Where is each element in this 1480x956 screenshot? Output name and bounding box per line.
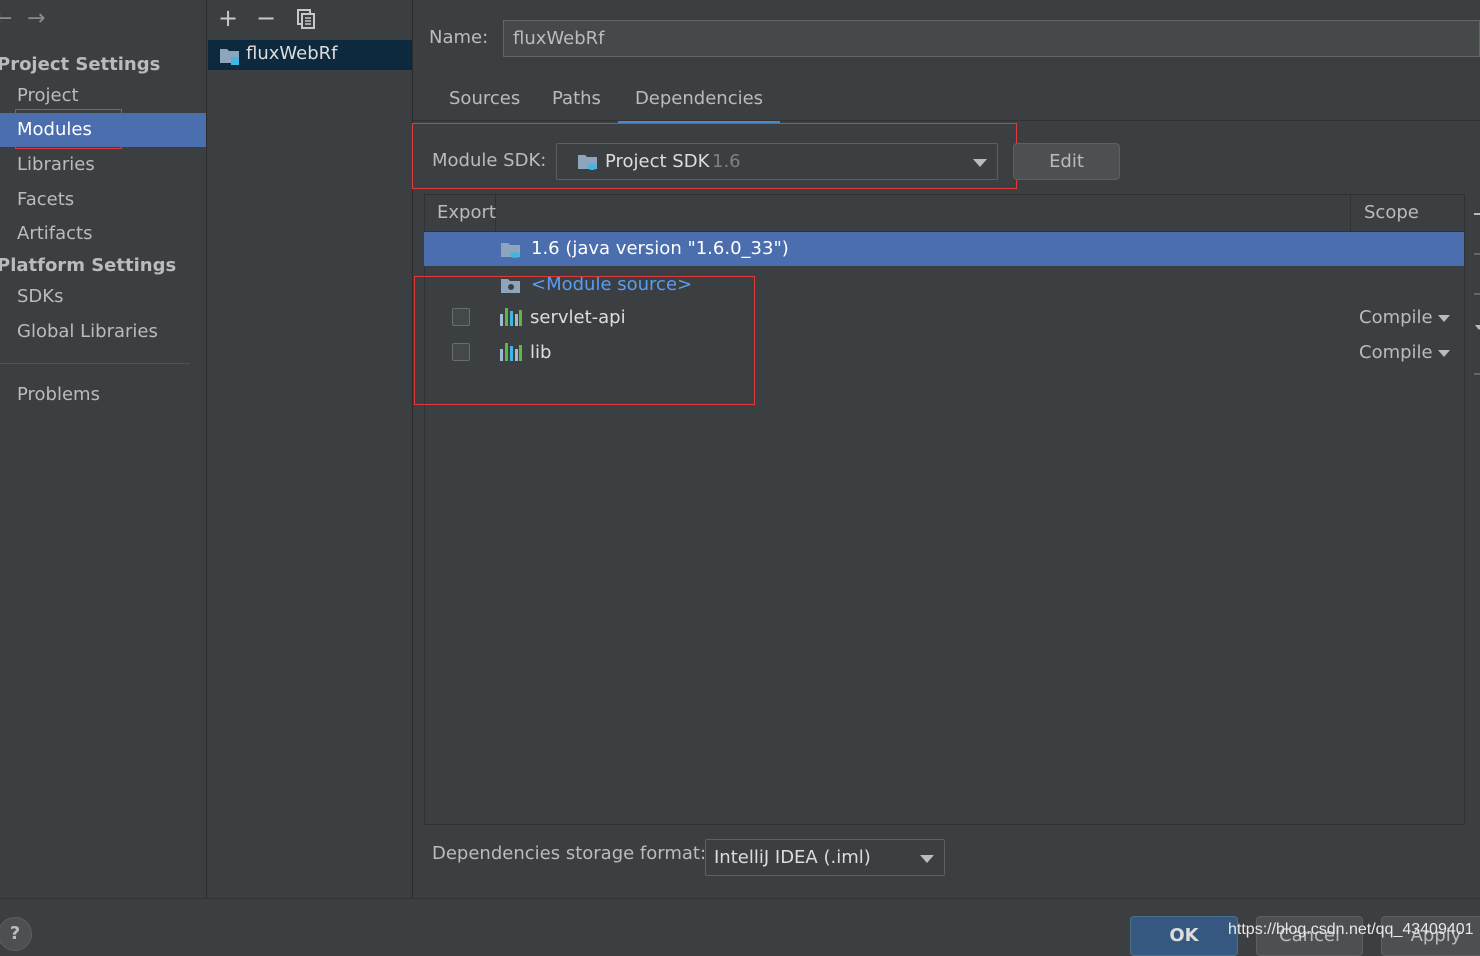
- modules-highlight-box: [15, 109, 122, 149]
- scope-dropdown[interactable]: Compile: [1359, 342, 1433, 363]
- name-label: Name:: [429, 27, 489, 48]
- storage-format-value: IntelliJ IDEA (.iml): [714, 847, 871, 868]
- sidebar-divider: [0, 363, 190, 364]
- remove-dependency-icon[interactable]: [1474, 253, 1480, 255]
- ok-button[interactable]: OK: [1130, 916, 1238, 956]
- tabs-divider: [413, 120, 1480, 121]
- module-sdk-label: Module SDK:: [432, 150, 547, 171]
- tab-sources[interactable]: Sources: [449, 86, 520, 120]
- sdk-folder-icon: [577, 152, 599, 172]
- table-row[interactable]: 1.6 (java version "1.6.0_33"): [424, 232, 1464, 266]
- sidebar-item-problems[interactable]: Problems: [0, 378, 206, 412]
- dependencies-highlight-box: [414, 276, 755, 405]
- tab-paths[interactable]: Paths: [552, 86, 601, 120]
- move-down-icon[interactable]: [1475, 325, 1480, 330]
- sidebar-item-libraries[interactable]: Libraries: [0, 148, 206, 182]
- edit-dependency-icon[interactable]: [1474, 373, 1480, 375]
- watermark: https://blog.csdn.net/qq_43409401: [1228, 921, 1474, 938]
- module-folder-icon: [219, 46, 241, 66]
- tab-dependencies[interactable]: Dependencies: [618, 86, 780, 124]
- platform-settings-heading: Platform Settings: [0, 255, 177, 276]
- module-sdk-dropdown[interactable]: Project SDK 1.6: [556, 143, 998, 180]
- back-arrow-icon[interactable]: ←: [0, 6, 12, 31]
- chevron-down-icon[interactable]: [1438, 315, 1450, 322]
- add-dependency-icon[interactable]: [1474, 213, 1480, 215]
- dependency-name: 1.6 (java version "1.6.0_33"): [531, 238, 789, 259]
- sidebar-item-global-libraries[interactable]: Global Libraries: [0, 315, 206, 349]
- chevron-down-icon[interactable]: [1438, 350, 1450, 357]
- module-name: fluxWebRf: [246, 43, 338, 64]
- name-field[interactable]: fluxWebRf: [503, 20, 1480, 57]
- move-up-icon[interactable]: [1474, 293, 1480, 295]
- table-toolbar: [1466, 195, 1480, 825]
- project-settings-heading: Project Settings: [0, 54, 161, 75]
- scope-column-header[interactable]: Scope: [1351, 195, 1464, 231]
- remove-icon[interactable]: −: [254, 4, 278, 32]
- name-column-header[interactable]: [497, 195, 1351, 231]
- chevron-down-icon: [973, 159, 987, 167]
- sdk-folder-icon: [500, 240, 522, 260]
- sidebar-item-sdks[interactable]: SDKs: [0, 280, 206, 314]
- sidebar-item-project[interactable]: Project: [0, 79, 206, 113]
- scope-dropdown[interactable]: Compile: [1359, 307, 1433, 328]
- storage-format-dropdown[interactable]: IntelliJ IDEA (.iml): [705, 839, 945, 876]
- add-icon[interactable]: +: [216, 4, 240, 32]
- storage-format-label: Dependencies storage format:: [432, 843, 707, 864]
- module-list-panel: [207, 0, 413, 898]
- export-column-header[interactable]: Export: [425, 195, 496, 231]
- forward-arrow-icon[interactable]: →: [27, 6, 45, 31]
- module-list-item[interactable]: fluxWebRf: [208, 40, 412, 70]
- settings-sidebar: ← → Project Settings Project Modules Lib…: [0, 0, 207, 898]
- sidebar-item-artifacts[interactable]: Artifacts: [0, 217, 206, 251]
- sidebar-item-facets[interactable]: Facets: [0, 183, 206, 217]
- name-field-value: fluxWebRf: [513, 28, 605, 49]
- chevron-down-icon: [920, 855, 934, 863]
- copy-icon[interactable]: [295, 8, 317, 30]
- module-sdk-value: Project SDK: [605, 151, 710, 172]
- module-sdk-version: 1.6: [712, 151, 741, 172]
- edit-sdk-button[interactable]: Edit: [1013, 143, 1120, 180]
